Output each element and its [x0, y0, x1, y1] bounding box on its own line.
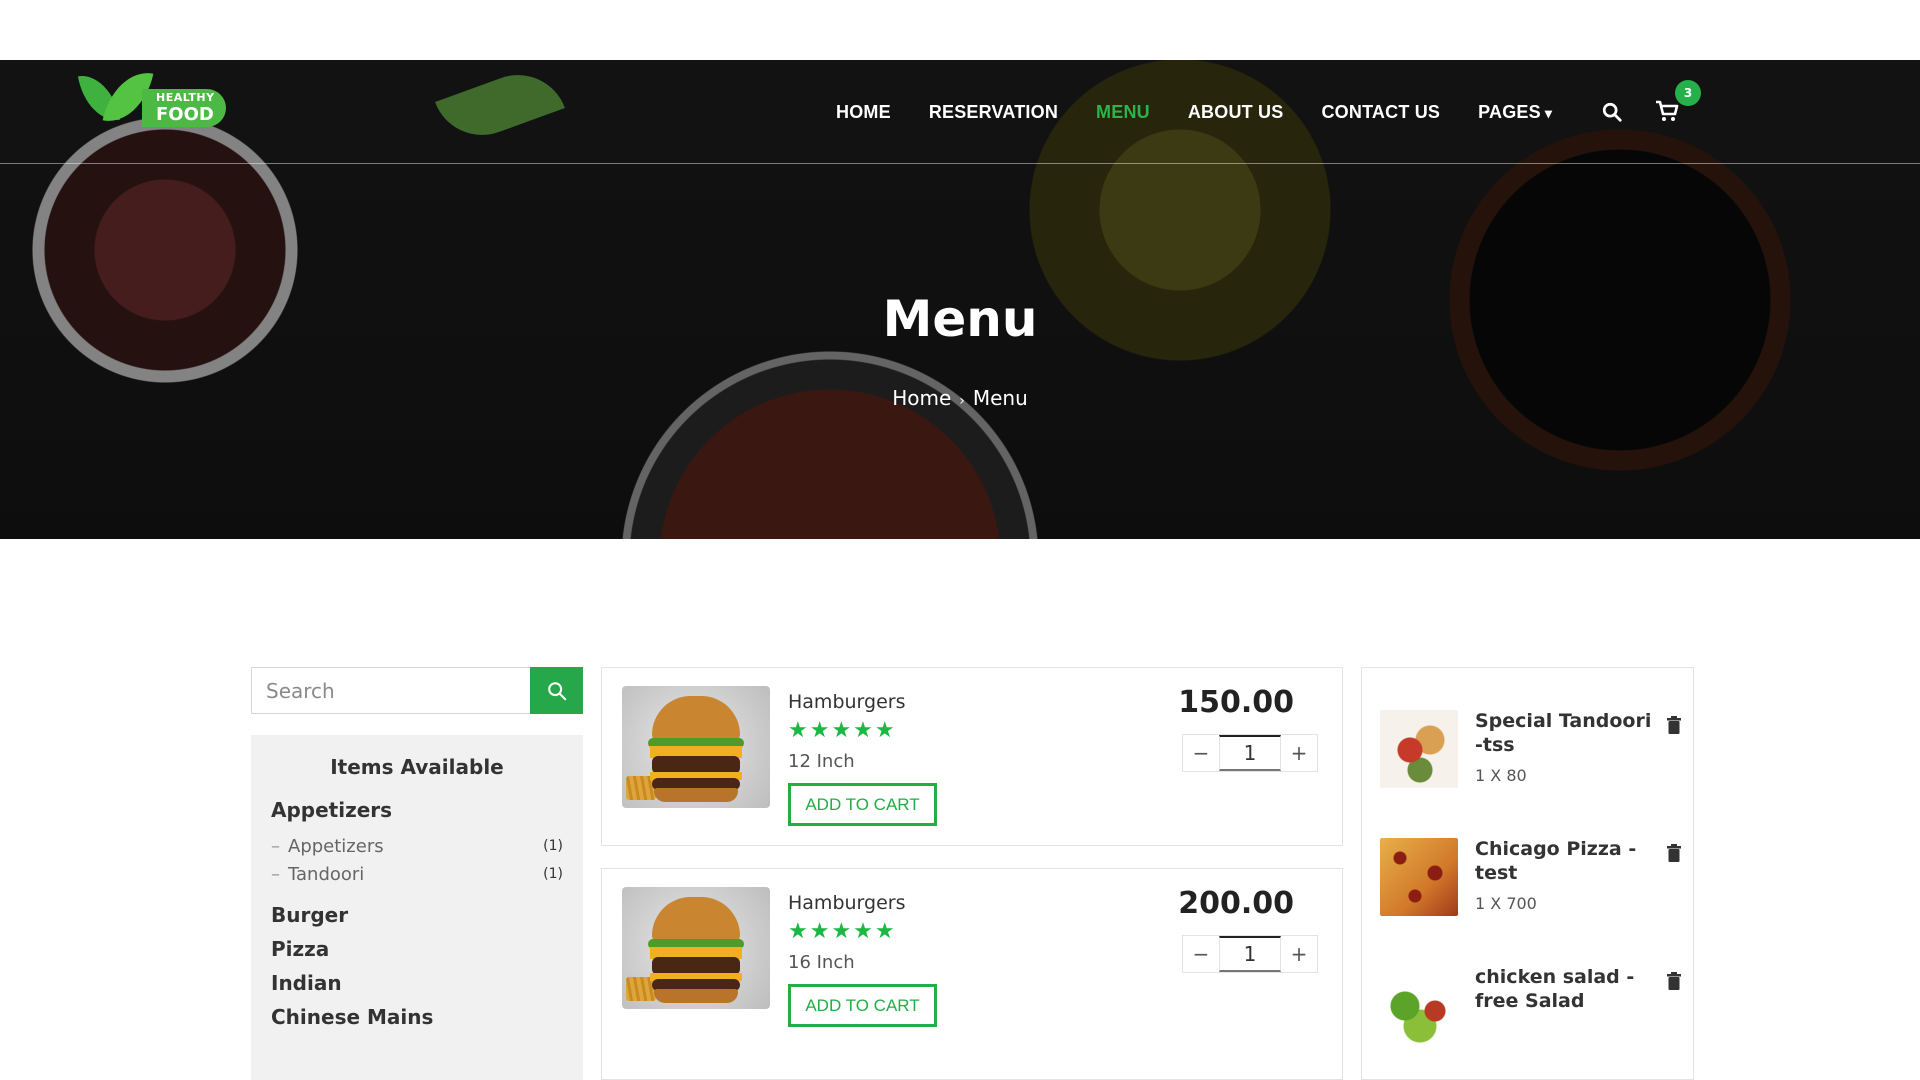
breadcrumb: Home › Menu: [0, 386, 1920, 410]
decrease-qty-button[interactable]: −: [1183, 936, 1219, 972]
trash-icon[interactable]: [1666, 972, 1682, 990]
main-nav: HOME RESERVATION MENU ABOUT US CONTACT U…: [836, 100, 1590, 124]
search-button[interactable]: [530, 667, 583, 714]
trash-icon[interactable]: [1666, 716, 1682, 734]
breadcrumb-current: Menu: [972, 386, 1028, 410]
cart-item: chicken salad - free Salad: [1380, 960, 1682, 1070]
product-card: Hamburgers ★★★★★ 12 Inch ADD TO CART 150…: [601, 667, 1343, 846]
trash-icon[interactable]: [1666, 844, 1682, 862]
product-image[interactable]: [622, 686, 770, 808]
category-panel: Items Available Appetizers – Appetizers (…: [251, 735, 583, 1080]
logo[interactable]: HEALTHY FOOD: [77, 65, 230, 129]
category-burger[interactable]: Burger: [271, 903, 348, 927]
product-card: Hamburgers ★★★★★ 16 Inch ADD TO CART 200…: [601, 868, 1343, 1080]
nav-home[interactable]: HOME: [836, 102, 891, 123]
product-name[interactable]: Hamburgers: [788, 691, 905, 713]
category-panel-title: Items Available: [330, 755, 504, 779]
cart-count-badge: 3: [1675, 80, 1701, 106]
star-rating: ★★★★★: [788, 919, 897, 944]
subcategory-count: (1): [543, 866, 563, 882]
cart-item: Chicago Pizza - test 1 X 700: [1380, 832, 1682, 942]
cart-item-name[interactable]: Chicago Pizza - test: [1475, 837, 1665, 885]
cart-item-image: [1380, 710, 1458, 788]
cart-item-image: [1380, 838, 1458, 916]
star-rating: ★★★★★: [788, 718, 897, 743]
nav-about-us[interactable]: ABOUT US: [1188, 102, 1284, 123]
subcategory-label: Tandoori: [288, 864, 365, 885]
quantity-input[interactable]: [1219, 735, 1281, 771]
quantity-input[interactable]: [1219, 936, 1281, 972]
category-chinese-mains[interactable]: Chinese Mains: [271, 1005, 433, 1029]
nav-reservation[interactable]: RESERVATION: [929, 102, 1058, 123]
quantity-stepper: − +: [1182, 734, 1318, 772]
category-appetizers[interactable]: Appetizers: [271, 798, 392, 822]
category-pizza[interactable]: Pizza: [271, 937, 329, 961]
cart-item-image: [1380, 966, 1458, 1044]
add-to-cart-button[interactable]: ADD TO CART: [788, 783, 937, 826]
breadcrumb-separator: ›: [959, 393, 965, 409]
mini-cart-panel: Special Tandoori -tss 1 X 80 Chicago Piz…: [1361, 667, 1694, 1080]
product-price: 200.00: [1178, 886, 1294, 921]
nav-menu[interactable]: MENU: [1096, 102, 1150, 123]
search-input[interactable]: [251, 667, 530, 714]
decrease-qty-button[interactable]: −: [1183, 735, 1219, 771]
breadcrumb-home[interactable]: Home: [892, 386, 951, 410]
product-size: 16 Inch: [788, 952, 855, 973]
search-bar: [251, 667, 583, 714]
nav-pages-dropdown[interactable]: PAGES: [1478, 102, 1552, 123]
increase-qty-button[interactable]: +: [1281, 936, 1317, 972]
search-icon[interactable]: [1601, 101, 1623, 123]
quantity-stepper: − +: [1182, 935, 1318, 973]
category-indian[interactable]: Indian: [271, 971, 342, 995]
basil-leaf-decoration: [435, 60, 565, 150]
header-divider: [0, 163, 1920, 164]
page-title: Menu: [882, 290, 1038, 348]
search-icon: [547, 681, 566, 700]
nav-contact-us[interactable]: CONTACT US: [1321, 102, 1440, 123]
cart-item-qty: 1 X 700: [1475, 894, 1537, 913]
cart-item-qty: 1 X 80: [1475, 766, 1527, 785]
cart-item: Special Tandoori -tss 1 X 80: [1380, 704, 1682, 814]
subcategory-label: Appetizers: [288, 836, 384, 857]
product-size: 12 Inch: [788, 751, 855, 772]
logo-text-bottom: FOOD: [156, 104, 214, 125]
logo-text-top: HEALTHY: [156, 91, 215, 104]
cart-item-name[interactable]: Special Tandoori -tss: [1475, 709, 1665, 757]
subcategory-count: (1): [543, 838, 563, 854]
cart-item-name[interactable]: chicken salad - free Salad: [1475, 965, 1665, 1013]
subcategory-tandoori[interactable]: – Tandoori (1): [271, 864, 563, 885]
product-price: 150.00: [1178, 685, 1294, 720]
cart-icon[interactable]: [1654, 99, 1680, 123]
subcategory-appetizers[interactable]: – Appetizers (1): [271, 836, 563, 857]
increase-qty-button[interactable]: +: [1281, 735, 1317, 771]
product-image[interactable]: [622, 887, 770, 1009]
add-to-cart-button[interactable]: ADD TO CART: [788, 984, 937, 1027]
product-name[interactable]: Hamburgers: [788, 892, 905, 914]
